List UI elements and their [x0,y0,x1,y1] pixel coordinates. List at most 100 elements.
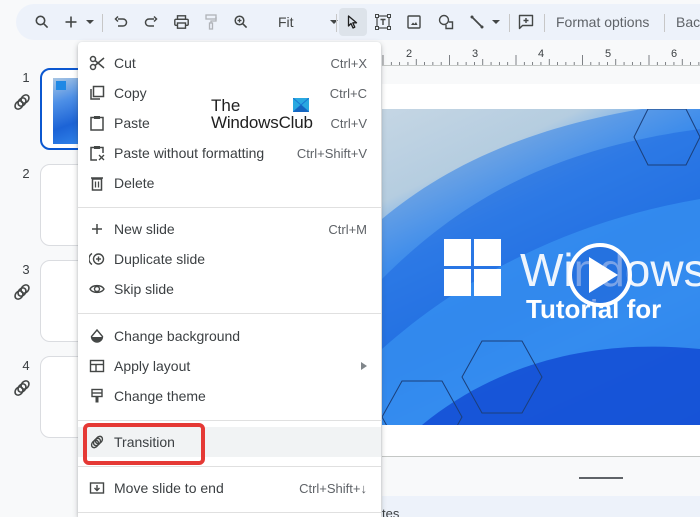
menu-item-apply-layout[interactable]: Apply layout [78,351,381,381]
insert-image-button[interactable] [402,8,426,36]
transition-icon [14,284,30,300]
search-menus-button[interactable] [30,8,54,36]
add-icon [65,16,77,28]
undo-button[interactable] [110,8,132,36]
menu-item-label: Move slide to end [114,480,224,496]
paint-format-button[interactable] [200,8,222,36]
slide-video-image[interactable]: Windows Tutorial for [382,109,700,425]
paint-format-icon [205,14,217,30]
speaker-notes[interactable]: tes [382,496,700,517]
horizontal-ruler: 2 3 4 5 6 [382,44,700,66]
select-tool-button[interactable] [339,8,367,36]
speaker-notes-divider[interactable] [382,456,700,496]
menu-item-label: Duplicate slide [114,251,206,267]
speaker-notes-placeholder: tes [382,506,400,517]
filmstrip: 1 2 3 4 [0,44,100,517]
menu-item-label: Skip slide [114,281,174,297]
textbox-icon [375,14,391,30]
menu-item-move-slide-to-end[interactable]: Move slide to end Ctrl+Shift+↓ [78,473,381,503]
line-icon [470,15,484,29]
move-to-end-icon [89,482,105,494]
shape-icon [438,14,454,30]
slide-canvas[interactable]: Windows Tutorial for [382,84,700,456]
dropdown-icon [86,20,94,24]
trash-icon [91,177,103,191]
paste-plain-icon [90,146,105,161]
zoom-icon [234,15,248,29]
plus-icon [92,224,102,234]
duplicate-icon [89,252,105,266]
menu-item-paste-without-formatting[interactable]: Paste without formatting Ctrl+Shift+V [78,138,381,168]
menu-item-change-theme[interactable]: Change theme [78,381,381,411]
fill-icon [90,328,104,343]
shape-button[interactable] [434,8,458,36]
menu-item-label: Cut [114,55,136,71]
line-dropdown[interactable] [490,8,502,36]
menu-item-label: Change background [114,328,241,344]
menu-item-shortcut: Ctrl+X [330,55,367,71]
menu-item-shortcut: Ctrl+M [328,221,367,237]
add-comment-button[interactable] [514,8,538,36]
undo-icon [114,15,128,27]
slide-background-art: Windows Tutorial for [382,109,700,425]
scissors-icon [89,55,105,71]
menu-item-label: Delete [114,175,155,191]
paste-icon [90,116,104,131]
zoom-button[interactable] [230,8,252,36]
slide-number: 4 [22,358,30,373]
slide-number: 3 [22,262,30,277]
menu-item-delete[interactable]: Delete [78,168,381,198]
menu-item-new-slide[interactable]: New slide Ctrl+M [78,214,381,244]
comment-icon [518,14,534,30]
format-options-button[interactable]: Format options [556,8,649,36]
menu-item-shortcut: Ctrl+Shift+↓ [299,480,367,496]
transition-icon [14,94,30,110]
redo-button[interactable] [140,8,162,36]
menu-item-shortcut: Ctrl+V [330,115,367,131]
toolbar-divider [102,14,103,32]
transition-icon [14,380,30,396]
theme-brush-icon [91,388,103,403]
image-icon [407,15,421,29]
textbox-button[interactable] [371,8,395,36]
menu-item-skip-slide[interactable]: Skip slide [78,274,381,304]
eye-icon [89,284,105,294]
menu-item-label: Apply layout [114,358,191,374]
slide-number: 2 [22,166,30,181]
annotation-highlight-box [83,423,205,465]
dropdown-icon [492,20,500,24]
copy-icon [90,85,105,100]
watermark: The WindowsClub [209,96,319,132]
resize-handle[interactable] [579,477,623,479]
toolbar: Fit Format options Bac [16,4,700,40]
menu-item-label: Copy [114,85,147,101]
new-slide-dropdown[interactable] [84,8,96,36]
menu-divider [78,420,381,421]
slide-number: 1 [22,70,30,85]
menu-item-label: New slide [114,221,175,237]
menu-divider [78,313,381,314]
background-button[interactable]: Bac [676,8,700,36]
redo-icon [144,15,158,27]
logo-icon [56,81,66,90]
layout-icon [89,359,105,373]
menu-item-shortcut: Ctrl+C [329,85,367,101]
watermark-logo-icon [293,98,309,112]
play-icon[interactable] [568,243,632,307]
menu-item-change-background[interactable]: Change background [78,321,381,351]
zoom-value: Fit [278,14,294,30]
menu-item-label: Paste [114,115,150,131]
print-button[interactable] [170,8,192,36]
toolbar-divider [664,14,665,32]
menu-divider [78,207,381,208]
menu-item-duplicate-slide[interactable]: Duplicate slide [78,244,381,274]
line-button[interactable] [466,8,488,36]
menu-item-label: Paste without formatting [114,145,265,161]
new-slide-button[interactable] [62,8,80,36]
toolbar-divider [544,14,545,32]
menu-divider [78,512,381,513]
search-icon [35,15,49,29]
select-icon [347,15,358,29]
menu-item-cut[interactable]: Cut Ctrl+X [78,48,381,78]
menu-item-shortcut: Ctrl+Shift+V [296,145,367,161]
